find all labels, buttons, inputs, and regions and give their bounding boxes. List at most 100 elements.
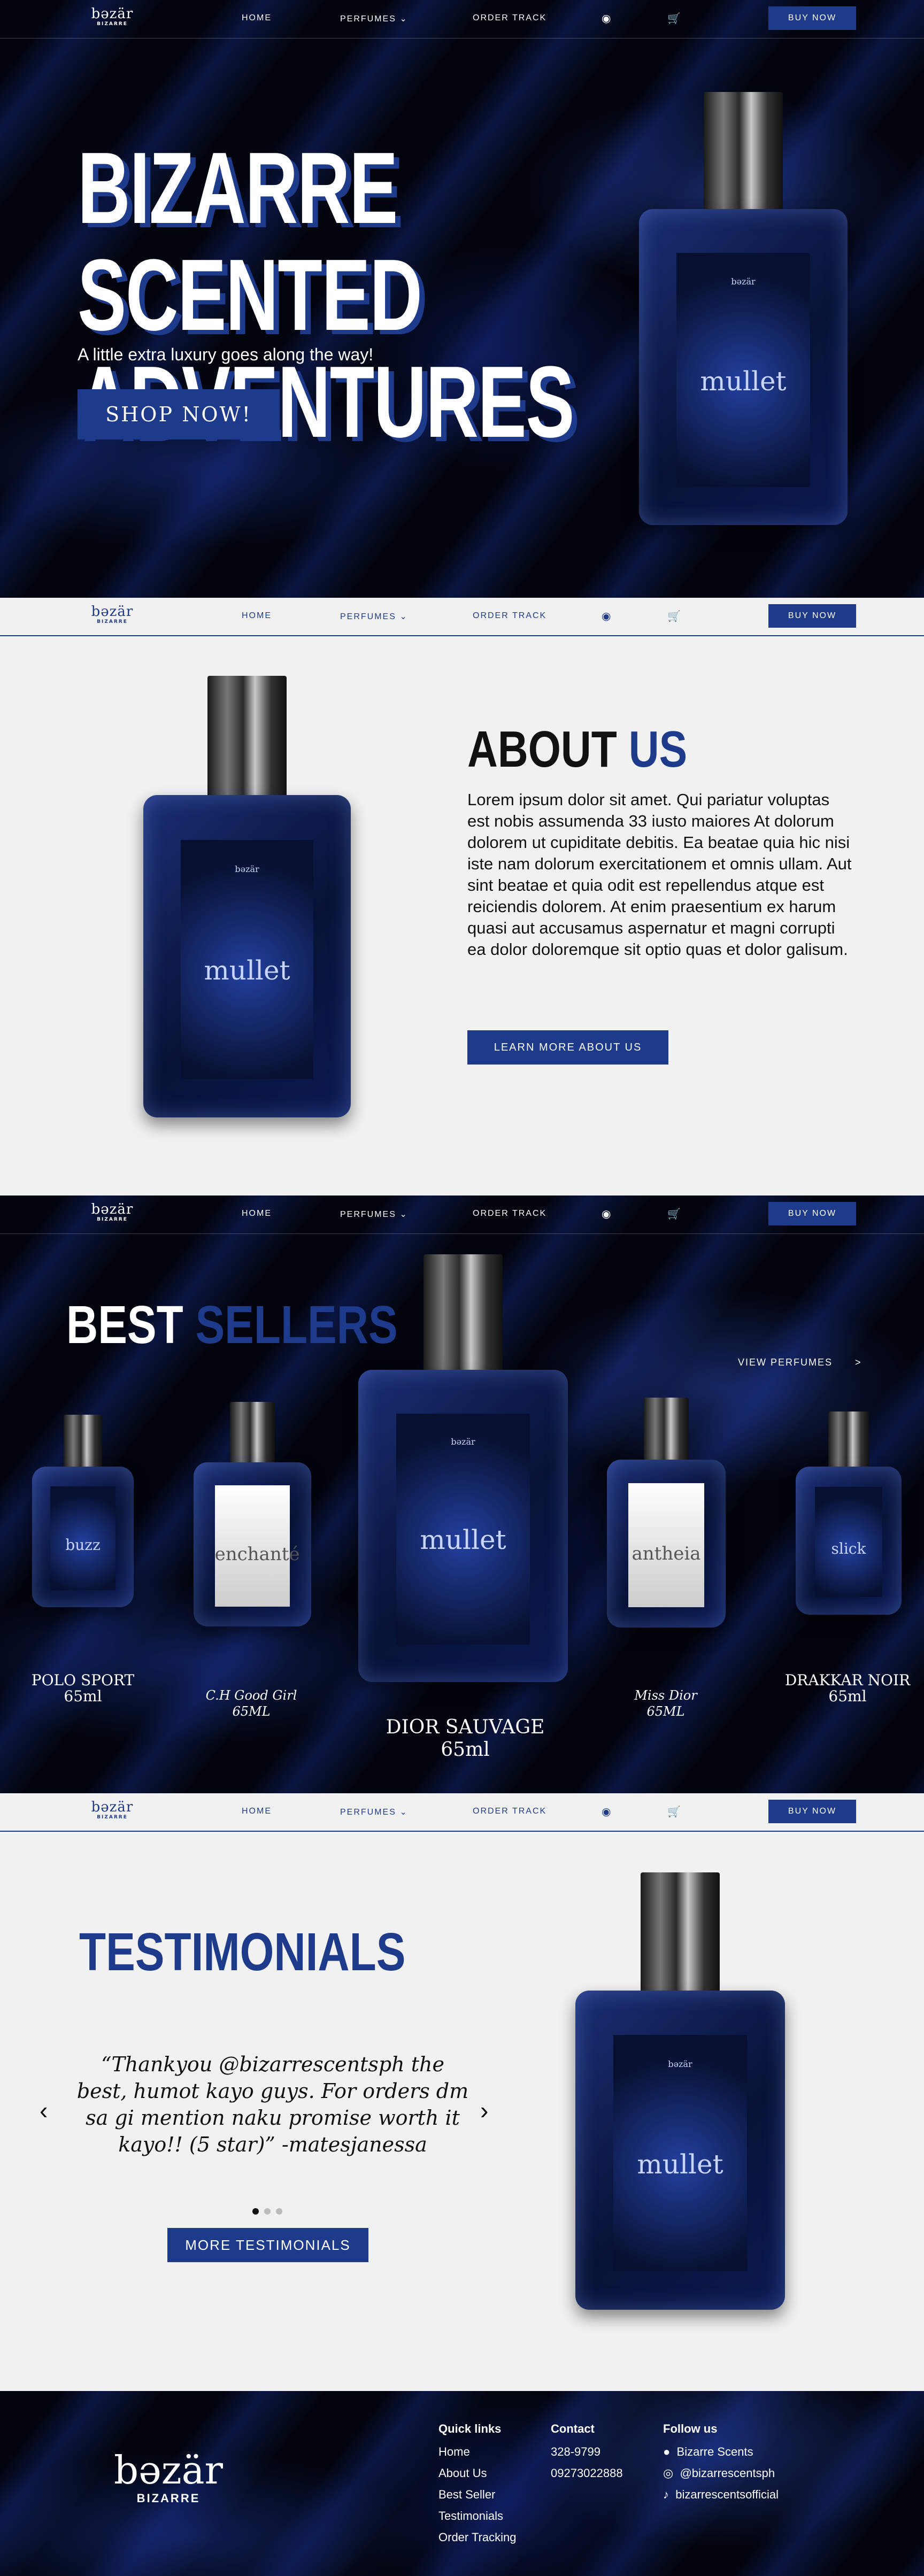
about-bottle-image: bəzär mullet — [143, 676, 351, 1117]
carousel-dot[interactable] — [264, 2208, 271, 2215]
view-perfumes-link[interactable]: VIEW PERFUMES > — [738, 1357, 862, 1368]
facebook-label: Bizarre Scents — [676, 2445, 753, 2458]
buy-now-button[interactable]: BUY NOW — [768, 604, 856, 628]
product-name: DIOR SAUVAGE — [386, 1716, 545, 1738]
logo-sub: BIZARRE — [97, 1217, 128, 1222]
nav-order-track[interactable]: ORDER TRACK — [473, 1209, 546, 1218]
bottle-label: slick — [831, 1539, 866, 1557]
chevron-right-icon[interactable]: › — [480, 2096, 488, 2125]
about-title-a: ABOUT — [467, 721, 617, 778]
nav-perfumes[interactable]: PERFUMES ⌄ — [340, 1209, 408, 1220]
facebook-link[interactable]: ● Bizarre Scents — [663, 2445, 753, 2459]
chat-icon[interactable]: ◉ — [602, 1805, 611, 1818]
contact-mobile: 09273022888 — [551, 2466, 623, 2480]
instagram-link[interactable]: ◎ @bizarrescentsph — [663, 2466, 775, 2480]
nav-home[interactable]: HOME — [242, 13, 272, 23]
carousel-dot[interactable] — [252, 2208, 259, 2215]
nav-home[interactable]: HOME — [242, 611, 272, 621]
logo-sub: BIZARRE — [97, 21, 128, 27]
nav-order-track[interactable]: ORDER TRACK — [473, 13, 546, 23]
more-testimonials-button[interactable]: MORE TESTIMONIALS — [167, 2228, 368, 2262]
buy-now-button[interactable]: BUY NOW — [768, 1202, 856, 1225]
bottle-brand: bəzär — [668, 2058, 692, 2069]
nav-perfumes[interactable]: PERFUMES ⌄ — [340, 13, 408, 24]
contact-phone: 328-9799 — [551, 2445, 600, 2458]
view-perfumes-label: VIEW PERFUMES — [738, 1357, 833, 1368]
nav-logo[interactable]: bəzär BIZARRE — [90, 1202, 135, 1222]
nav-perfumes[interactable]: PERFUMES ⌄ — [340, 611, 408, 622]
product-caption-polo: POLO SPORT 65ml — [21, 1672, 144, 1705]
footer-link-home[interactable]: Home — [438, 2445, 470, 2459]
chevron-right-icon: > — [855, 1357, 862, 1368]
cart-icon[interactable]: 🛒 — [667, 1207, 681, 1220]
nav-logo[interactable]: bəzär BIZARRE — [90, 6, 135, 27]
product-name: POLO SPORT — [31, 1671, 135, 1689]
nav-home[interactable]: HOME — [242, 1807, 272, 1816]
product-size: 65ml — [441, 1739, 490, 1761]
product-bottle-miss-dior[interactable]: antheia — [607, 1398, 726, 1628]
product-name: C.H Good Girl — [205, 1688, 297, 1703]
chevron-down-icon: ⌄ — [399, 1210, 408, 1219]
footer-logo-sub: BIZARRE — [136, 2492, 201, 2505]
cart-icon[interactable]: 🛒 — [667, 12, 681, 25]
bottle-label: enchanté — [214, 1544, 300, 1565]
nav-logo[interactable]: bəzär BIZARRE — [90, 604, 135, 624]
footer-link-testimonials[interactable]: Testimonials — [438, 2509, 503, 2523]
tiktok-icon: ♪ — [663, 2488, 669, 2501]
buy-now-button[interactable]: BUY NOW — [768, 6, 856, 30]
product-size: 65ML — [646, 1704, 685, 1719]
contact-heading: Contact — [551, 2422, 595, 2435]
product-caption-miss-dior: Miss Dior 65ML — [604, 1687, 727, 1719]
product-name: DRAKKAR NOIR — [784, 1671, 911, 1689]
chevron-down-icon: ⌄ — [399, 612, 408, 621]
hero-title-line1: BIZARRE SCENTED — [78, 132, 422, 352]
bottle-label: mullet — [700, 365, 787, 397]
nav-order-track[interactable]: ORDER TRACK — [473, 611, 546, 621]
chat-icon[interactable]: ◉ — [602, 610, 611, 622]
product-size: 65ml — [828, 1687, 867, 1705]
best-title: BEST SELLERS — [66, 1294, 398, 1356]
nav-home[interactable]: HOME — [242, 1209, 272, 1218]
footer-logo-word: bəzär — [114, 2448, 223, 2493]
cart-icon[interactable]: 🛒 — [667, 1805, 681, 1818]
tiktok-link[interactable]: ♪ bizarrescentsofficial — [663, 2488, 779, 2502]
testimonial-quote: “Thankyou @bizarrescentsph the best, hum… — [76, 2053, 469, 2156]
product-bottle-polo[interactable]: buzz — [32, 1415, 134, 1607]
footer-link-best-seller[interactable]: Best Seller — [438, 2488, 495, 2502]
bottle-brand: bəzär — [451, 1436, 475, 1447]
carousel-dot[interactable] — [276, 2208, 282, 2215]
about-title-b: US — [628, 721, 688, 778]
nav-order-track[interactable]: ORDER TRACK — [473, 1807, 546, 1816]
logo-word: bəzär — [91, 1201, 134, 1217]
nav-logo[interactable]: bəzär BIZARRE — [90, 1800, 135, 1820]
shop-now-button[interactable]: SHOP NOW! — [78, 389, 280, 439]
buy-now-button[interactable]: BUY NOW — [768, 1800, 856, 1823]
follow-us-heading: Follow us — [663, 2422, 718, 2435]
footer-link-about[interactable]: About Us — [438, 2466, 487, 2480]
nav-perfumes[interactable]: PERFUMES ⌄ — [340, 1807, 408, 1817]
product-bottle-dior-sauvage[interactable]: bəzär mullet — [358, 1254, 568, 1682]
chevron-left-icon[interactable]: ‹ — [40, 2096, 48, 2125]
quick-links-heading: Quick links — [438, 2422, 502, 2435]
chat-icon[interactable]: ◉ — [602, 1207, 611, 1220]
nav-perfumes-label: PERFUMES — [340, 1808, 396, 1817]
bottle-label: antheia — [632, 1542, 701, 1564]
logo-sub: BIZARRE — [97, 619, 128, 624]
product-bottle-goodgirl[interactable]: enchanté — [194, 1402, 311, 1626]
bottle-brand: bəzär — [235, 864, 259, 875]
cart-icon[interactable]: 🛒 — [667, 610, 681, 622]
product-caption-dior-sauvage: DIOR SAUVAGE 65ml — [342, 1716, 588, 1761]
logo-word: bəzär — [91, 1799, 134, 1815]
footer-link-order-tracking[interactable]: Order Tracking — [438, 2531, 517, 2544]
product-caption-drakkar: DRAKKAR NOIR 65ml — [781, 1672, 914, 1705]
nav-perfumes-label: PERFUMES — [340, 14, 396, 24]
product-bottle-drakkar[interactable]: slick — [796, 1412, 902, 1615]
learn-more-button[interactable]: LEARN MORE ABOUT US — [467, 1030, 668, 1065]
footer-logo[interactable]: bəzär BIZARRE — [102, 2449, 235, 2505]
about-paragraph: Lorem ipsum dolor sit amet. Qui pariatur… — [467, 790, 852, 959]
chat-icon[interactable]: ◉ — [602, 12, 611, 25]
top-nav: bəzär BIZARRE HOME PERFUMES ⌄ ORDER TRACK… — [0, 0, 924, 38]
best-sellers-section: bəzär BIZARRE HOME PERFUMES ⌄ ORDER TRACK… — [0, 1196, 924, 1793]
bottle-label: mullet — [420, 1524, 506, 1556]
product-size: 65ml — [64, 1687, 102, 1705]
